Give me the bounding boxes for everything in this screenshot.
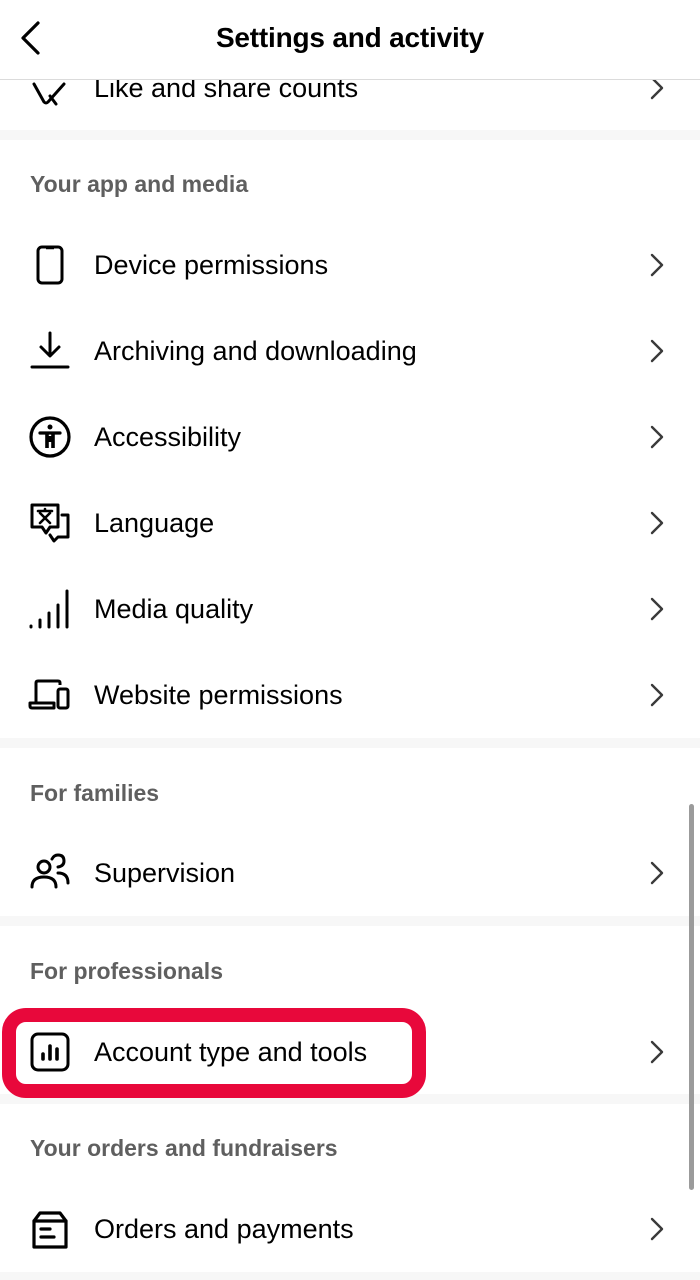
box-icon xyxy=(28,1207,72,1251)
row-account-type-and-tools[interactable]: Account type and tools xyxy=(0,1009,700,1095)
section-separator xyxy=(0,738,700,748)
scrollbar[interactable] xyxy=(689,804,694,1190)
chart-box-icon xyxy=(28,1030,72,1074)
page-title: Settings and activity xyxy=(215,22,485,53)
row-label: Account type and tools xyxy=(94,1036,368,1067)
row-media-quality[interactable]: Media quality xyxy=(0,566,700,652)
people-icon xyxy=(28,851,72,895)
row-label: Website permissions xyxy=(94,679,343,710)
chevron-right-icon xyxy=(648,251,666,279)
section-separator xyxy=(0,1094,700,1104)
download-icon xyxy=(28,329,72,373)
chevron-right-icon xyxy=(648,337,666,365)
row-language[interactable]: Language xyxy=(0,480,700,566)
row-label: Archiving and downloading xyxy=(94,335,417,366)
row-orders-and-payments[interactable]: Orders and payments xyxy=(0,1186,700,1272)
phone-icon xyxy=(28,243,72,287)
section-separator xyxy=(0,916,700,926)
section-title-for-professionals: For professionals xyxy=(30,958,223,984)
chevron-right-icon xyxy=(648,681,666,709)
section-separator xyxy=(0,130,700,140)
section-title-orders-and-fundraisers: Your orders and fundraisers xyxy=(30,1135,338,1161)
row-label: Supervision xyxy=(94,857,236,888)
chevron-right-icon xyxy=(648,595,666,623)
row-label: Device permissions xyxy=(94,249,329,280)
translate-icon xyxy=(28,501,72,545)
chevron-right-icon xyxy=(648,509,666,537)
chevron-right-icon xyxy=(648,1215,666,1243)
row-label: Language xyxy=(94,507,215,538)
section-title-app-and-media: Your app and media xyxy=(30,171,249,197)
row-archiving-and-downloading[interactable]: Archiving and downloading xyxy=(0,308,700,394)
section-title-for-families: For families xyxy=(30,780,160,806)
chevron-right-icon xyxy=(648,423,666,451)
header-bar: Settings and activity xyxy=(0,0,700,80)
row-accessibility[interactable]: Accessibility xyxy=(0,394,700,480)
accessibility-icon xyxy=(28,415,72,459)
devices-icon xyxy=(28,673,72,717)
row-website-permissions[interactable]: Website permissions xyxy=(0,652,700,738)
signal-bars-icon xyxy=(28,587,72,631)
chevron-right-icon xyxy=(648,859,666,887)
section-separator xyxy=(0,1272,700,1280)
row-label: Media quality xyxy=(94,593,254,624)
row-label: Orders and payments xyxy=(94,1213,354,1244)
row-label: Accessibility xyxy=(94,421,242,452)
row-supervision[interactable]: Supervision xyxy=(0,830,700,916)
row-device-permissions[interactable]: Device permissions xyxy=(0,222,700,308)
chevron-right-icon xyxy=(648,1038,666,1066)
